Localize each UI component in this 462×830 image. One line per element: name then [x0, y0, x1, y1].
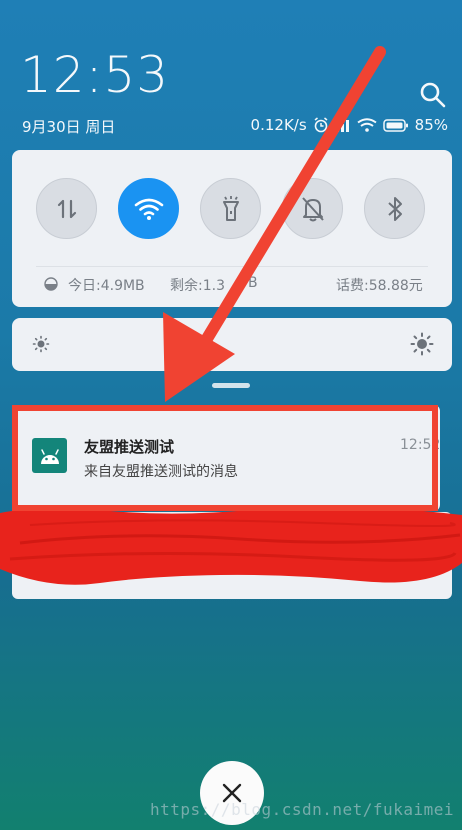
- drag-handle[interactable]: [212, 383, 250, 388]
- mobile-data-toggle[interactable]: [36, 178, 97, 239]
- balance: 话费:58.88元: [336, 278, 423, 294]
- watermark: https://blog.csdn.net/fukaimei: [150, 800, 454, 819]
- wifi-icon: [134, 198, 163, 220]
- clock: 12:53: [20, 46, 170, 104]
- data-left: 剩余:1.3: [170, 278, 225, 294]
- flashlight-icon: [222, 195, 239, 221]
- redaction-scribble: [0, 506, 462, 585]
- data-today: 今日:4.9MB: [68, 278, 145, 294]
- bluetooth-icon: [387, 196, 402, 221]
- wifi-toggle[interactable]: [118, 178, 179, 239]
- bell-off-icon: [301, 196, 324, 221]
- bluetooth-toggle[interactable]: [364, 178, 425, 239]
- status-bar: 0.12K/s 85%: [251, 116, 448, 134]
- alarm-icon: [314, 117, 328, 133]
- battery-level: 85%: [414, 116, 448, 134]
- mobile-data-icon: [57, 199, 76, 218]
- wifi-status-icon: [357, 118, 377, 132]
- net-speed: 0.12K/s: [250, 116, 307, 134]
- highlight-frame: [12, 405, 438, 511]
- signal-icon: [335, 120, 349, 132]
- silent-toggle[interactable]: [282, 178, 343, 239]
- data-usage-icon: [44, 277, 58, 291]
- search-icon[interactable]: [418, 80, 446, 108]
- battery-icon: [382, 118, 408, 132]
- flashlight-toggle[interactable]: [200, 178, 261, 239]
- brightness-high-icon: [410, 332, 434, 356]
- quick-settings-panel: 今日:4.9MB 剩余:1.3 B 话费:58.88元: [12, 150, 452, 307]
- data-left-tail: B: [248, 275, 258, 291]
- brightness-slider[interactable]: [12, 318, 452, 371]
- date-label: 9月30日 周日: [22, 118, 116, 136]
- brightness-low-icon: [32, 335, 50, 353]
- divider: [36, 266, 428, 267]
